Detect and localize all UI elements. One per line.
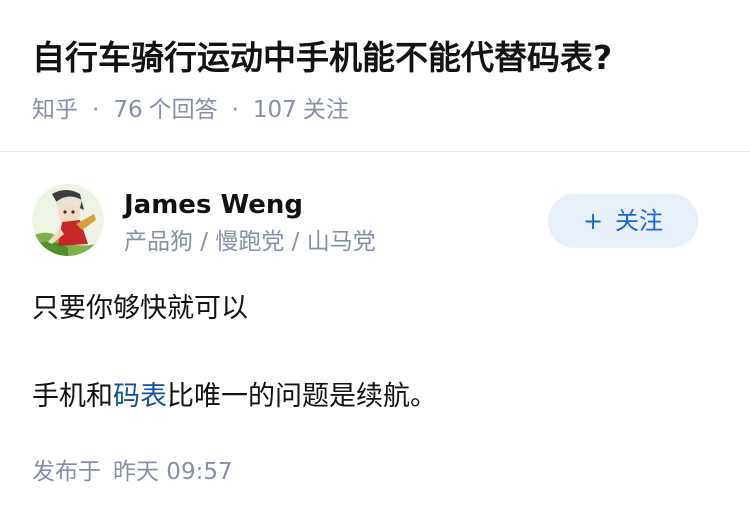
author-name[interactable]: James Weng [124,188,303,222]
answer-paragraph: 只要你够快就可以 [32,293,248,324]
answer-count: 76 [113,97,143,123]
answer-time[interactable]: 发布于 昨天 09:57 [32,456,233,488]
author-bio: 产品狗 / 慢跑党 / 山马党 [124,229,376,255]
question-title[interactable]: 自行车骑行运动中手机能不能代替码表? [32,36,612,80]
follower-count-label: 关注 [302,97,349,123]
meta-separator: · [231,97,239,123]
anime-avatar-icon [32,184,104,256]
question-meta: 知乎 · 76 个回答 · 107 关注 [32,94,349,126]
published-time: 昨天 09:57 [113,459,233,485]
answer-paragraph: 手机和码表比唯一的问题是续航。 [32,374,718,420]
source-label: 知乎 [32,97,78,123]
answer-content: 只要你够快就可以 手机和码表比唯一的问题是续航。 [32,286,718,420]
follower-count: 107 [252,97,297,123]
answer-text: 比唯一的问题是续航。 [167,381,437,412]
answer-text: 手机和 [32,381,113,412]
answer-count-label: 个回答 [148,97,218,123]
keyword-link[interactable]: 码表 [113,381,167,412]
meta-separator: · [92,97,100,123]
avatar[interactable] [32,184,104,256]
follow-button-label: 关注 [615,207,664,235]
follow-button[interactable]: + 关注 [548,194,698,248]
answer-author: James Weng 产品狗 / 慢跑党 / 山马党 + 关注 [32,184,718,260]
question-header: 自行车骑行运动中手机能不能代替码表? 知乎 · 76 个回答 · 107 关注 [0,0,750,152]
plus-icon: + [582,207,604,235]
published-label: 发布于 [32,459,101,485]
